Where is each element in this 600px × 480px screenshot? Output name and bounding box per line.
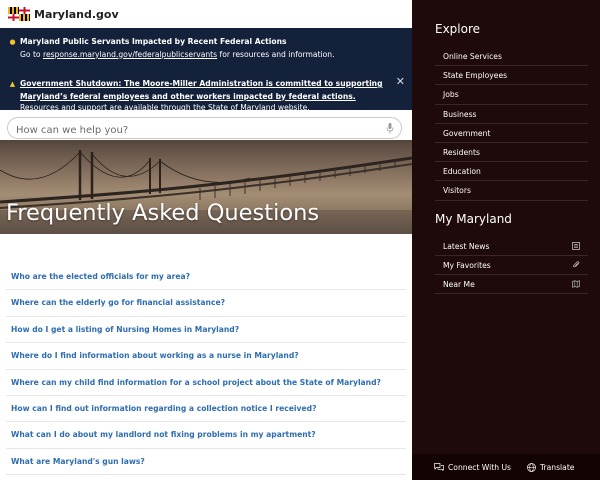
faq-link[interactable]: What are Maryland's gun laws?: [6, 449, 406, 476]
sidebar-item-label: Near Me: [443, 279, 475, 289]
sidebar-item-residents[interactable]: Residents: [435, 143, 588, 163]
search-box: [7, 117, 402, 141]
map-icon: [572, 280, 580, 288]
faq-list: Who are the elected officials for my are…: [0, 234, 412, 476]
site-header: Maryland.gov: [0, 0, 412, 28]
faq-link[interactable]: Where can the elderly go for financial a…: [6, 290, 406, 317]
alert-public-servants: ● Maryland Public Servants Impacted by Re…: [0, 28, 412, 70]
sidebar-item-my-favorites[interactable]: My Favorites: [435, 256, 588, 275]
search-bar: [0, 110, 412, 141]
globe-icon: [527, 462, 536, 472]
faq-link[interactable]: Where can my child find information for …: [6, 370, 406, 396]
translate-button[interactable]: Translate: [527, 463, 574, 472]
page-title: Frequently Asked Questions: [6, 200, 320, 226]
chat-bubbles-icon: [434, 463, 444, 471]
alert-shutdown: ▲ Government Shutdown: The Moore-Miller A…: [0, 70, 412, 112]
faq-link[interactable]: How can I find out information regarding…: [6, 396, 406, 423]
warning-triangle-icon: ▲: [9, 80, 16, 88]
my-maryland-heading: My Maryland: [435, 211, 512, 226]
alert-body: Go to response.maryland.gov/federalpubli…: [20, 49, 386, 61]
site-brand-link[interactable]: Maryland.gov: [34, 8, 119, 21]
sidebar-item-business[interactable]: Business: [435, 105, 588, 124]
alert-title-link[interactable]: Maryland’s federal employees and other w…: [20, 92, 356, 101]
paperclip-icon: [572, 260, 580, 267]
alert-title-link[interactable]: Government Shutdown: The Moore-Miller Ad…: [20, 79, 383, 88]
connect-label: Connect With Us: [448, 462, 511, 472]
hero-banner: Frequently Asked Questions: [0, 140, 412, 234]
sidebar-item-latest-news[interactable]: Latest News: [435, 237, 588, 256]
sidebar-item-jobs[interactable]: Jobs: [435, 85, 588, 105]
search-input[interactable]: [8, 120, 401, 141]
faq-link[interactable]: How do I get a listing of Nursing Homes …: [6, 317, 406, 344]
maryland-flag-icon[interactable]: [8, 7, 30, 21]
sidebar-item-education[interactable]: Education: [435, 162, 588, 182]
sidebar-footer: Connect With Us Translate: [412, 454, 600, 480]
alert-body-text: for resources and information.: [217, 49, 335, 59]
sidebar-item-online-services[interactable]: Online Services: [435, 47, 588, 67]
sidebar-item-visitors[interactable]: Visitors: [435, 181, 588, 201]
sidebar-nav: Explore Online Services State Employees …: [412, 0, 600, 480]
sidebar-item-state-employees[interactable]: State Employees: [435, 66, 588, 86]
info-circle-icon: ●: [9, 38, 16, 46]
sidebar-item-government[interactable]: Government: [435, 124, 588, 143]
explore-heading: Explore: [435, 22, 481, 36]
newspaper-icon: [572, 241, 580, 250]
explore-menu: Online Services State Employees Jobs Bus…: [412, 47, 600, 201]
connect-button[interactable]: Connect With Us: [434, 463, 511, 472]
faq-link[interactable]: Who are the elected officials for my are…: [6, 264, 406, 291]
alert-body-link[interactable]: Resources and support are available thro…: [20, 103, 310, 112]
sidebar-item-near-me[interactable]: Near Me: [435, 275, 588, 295]
translate-label: Translate: [539, 462, 575, 472]
close-icon[interactable]: ✕: [396, 76, 405, 88]
alert-link[interactable]: response.maryland.gov/federalpublicserva…: [43, 50, 217, 59]
my-maryland-menu: Latest News My Favorites Near Me: [412, 237, 600, 295]
faq-link[interactable]: What can I do about my landlord not fixi…: [6, 422, 406, 449]
main-content: Maryland.gov ● Maryland Public Servants I…: [0, 0, 412, 480]
alert-banner: ● Maryland Public Servants Impacted by Re…: [0, 28, 412, 112]
alert-body-text: Go to: [20, 49, 43, 59]
sidebar-item-label: My Favorites: [443, 260, 491, 270]
sidebar-item-label: Latest News: [443, 241, 490, 251]
faq-link[interactable]: Where do I find information about workin…: [6, 343, 406, 370]
microphone-icon[interactable]: [386, 123, 394, 134]
alert-title: Maryland Public Servants Impacted by Rec…: [20, 37, 287, 46]
